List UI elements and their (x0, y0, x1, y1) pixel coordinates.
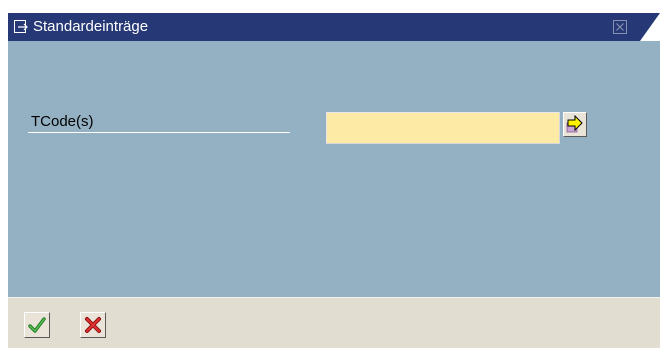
tcode-label: TCode(s) (31, 113, 94, 130)
dialog-footer (8, 297, 660, 348)
close-icon[interactable] (613, 20, 627, 34)
cancel-button[interactable] (80, 312, 106, 338)
arrow-right-icon (566, 115, 583, 133)
cancel-icon (85, 317, 101, 333)
execute-button[interactable] (563, 112, 587, 137)
tcode-input[interactable] (326, 112, 560, 144)
confirm-button[interactable] (24, 312, 50, 338)
title-bar: Standardeinträge (8, 13, 660, 41)
checkmark-icon (28, 317, 46, 333)
dialog-content: TCode(s) (8, 41, 660, 297)
window-title: Standardeinträge (33, 18, 149, 35)
dialog-icon (14, 20, 28, 33)
tcode-label-container: TCode(s) (28, 112, 290, 133)
dialog-window: Standardeinträge TCode(s) (8, 13, 660, 348)
